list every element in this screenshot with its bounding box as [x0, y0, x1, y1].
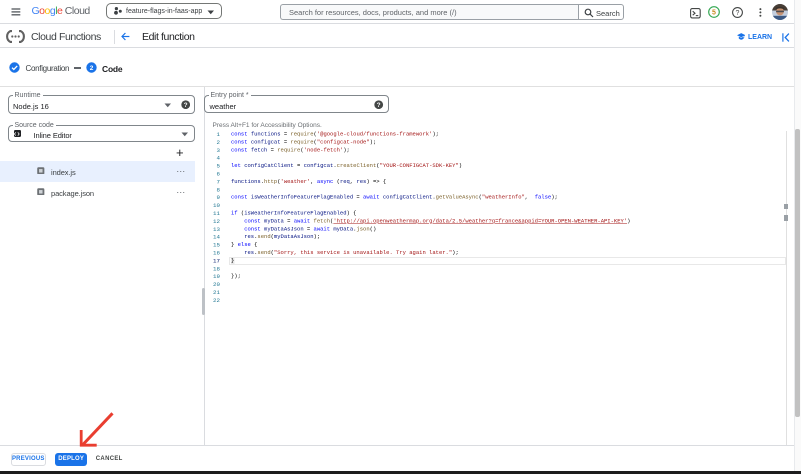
svg-text:?: ? [736, 10, 740, 17]
svg-text:?: ? [184, 102, 188, 109]
svg-text:2: 2 [89, 65, 93, 72]
svg-text:5: 5 [712, 10, 716, 17]
svg-text:?: ? [377, 102, 381, 109]
